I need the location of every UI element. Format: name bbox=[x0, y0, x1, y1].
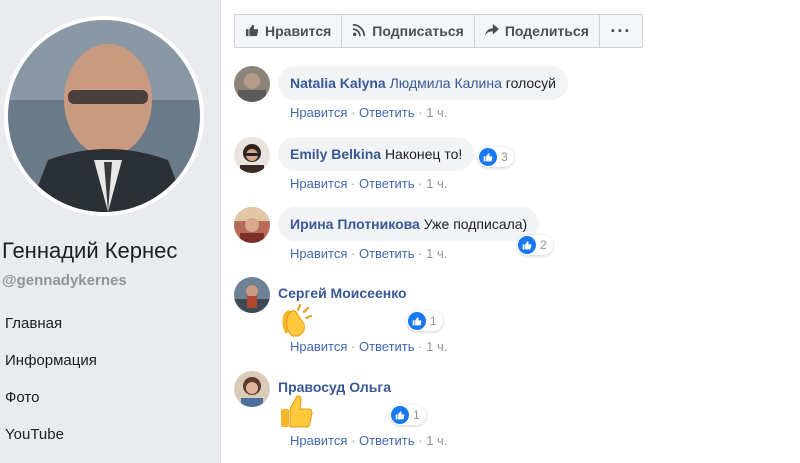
subscribe-button[interactable]: Подписаться bbox=[342, 15, 475, 47]
rss-icon bbox=[352, 23, 366, 40]
avatar[interactable] bbox=[234, 371, 270, 407]
nav-item-youtube[interactable]: YouTube bbox=[5, 423, 97, 460]
nav-item-photos[interactable]: Фото bbox=[5, 386, 97, 423]
comment-reply-link[interactable]: Ответить bbox=[359, 246, 415, 261]
comment-meta: Нравится · Ответить · 1 ч. bbox=[290, 105, 448, 120]
like-page-button[interactable]: Нравится bbox=[235, 15, 343, 47]
profile-photo[interactable] bbox=[4, 16, 204, 216]
comment-like-link[interactable]: Нравится bbox=[290, 176, 347, 191]
like-reaction-icon bbox=[391, 406, 409, 424]
share-button[interactable]: Поделиться bbox=[475, 15, 600, 47]
comment-reply-link[interactable]: Ответить bbox=[359, 433, 415, 448]
comment-author[interactable]: Emily Belkina bbox=[290, 146, 381, 162]
comment-like-link[interactable]: Нравится bbox=[290, 105, 347, 120]
page-action-bar: Нравится Подписаться Поделиться ··· bbox=[234, 14, 643, 48]
page-nav: Главная Информация Фото YouTube bbox=[5, 312, 97, 460]
page-handle[interactable]: @gennadykernes bbox=[2, 272, 127, 289]
page-sidebar: Геннадий Кернес @gennadykernes Главная И… bbox=[0, 0, 221, 463]
comment-reply-link[interactable]: Ответить bbox=[359, 105, 415, 120]
comment-time[interactable]: 1 ч. bbox=[426, 176, 447, 191]
comment-text: голосуй bbox=[505, 75, 557, 91]
comment-time[interactable]: 1 ч. bbox=[426, 246, 447, 261]
comment-author[interactable]: Natalia Kalyna bbox=[290, 75, 386, 91]
comment-reply-link[interactable]: Ответить bbox=[359, 176, 415, 191]
comment-author[interactable]: Ирина Плотникова bbox=[290, 216, 420, 232]
reaction-count[interactable]: 3 bbox=[478, 147, 514, 167]
share-arrow-icon bbox=[484, 23, 499, 40]
comment-text: Уже подписала) bbox=[423, 216, 528, 232]
reaction-count[interactable]: 1 bbox=[407, 311, 443, 331]
thumbs-up-emoji[interactable] bbox=[278, 393, 314, 434]
nav-item-home[interactable]: Главная bbox=[5, 312, 97, 349]
avatar[interactable] bbox=[234, 277, 270, 313]
share-label: Поделиться bbox=[504, 23, 589, 39]
comment-reply-link[interactable]: Ответить bbox=[359, 339, 415, 354]
comment-like-link[interactable]: Нравится bbox=[290, 433, 347, 448]
comment-meta: Нравится · Ответить · 1 ч. bbox=[290, 246, 448, 261]
reaction-count[interactable]: 1 bbox=[390, 405, 426, 425]
clapping-hands-emoji[interactable] bbox=[278, 304, 314, 343]
avatar[interactable] bbox=[234, 207, 270, 243]
comment-like-link[interactable]: Нравится bbox=[290, 246, 347, 261]
more-options-button[interactable]: ··· bbox=[600, 15, 642, 47]
comment-meta: Нравится · Ответить · 1 ч. bbox=[290, 339, 448, 354]
comment-mention[interactable]: Людмила Калина bbox=[390, 75, 502, 91]
subscribe-label: Подписаться bbox=[372, 23, 464, 39]
avatar[interactable] bbox=[234, 137, 270, 173]
reaction-number: 1 bbox=[413, 408, 420, 422]
comment-bubble: Natalia Kalyna Людмила Калина голосуй bbox=[278, 66, 569, 100]
reaction-number: 3 bbox=[501, 150, 508, 164]
page-name[interactable]: Геннадий Кернес bbox=[2, 238, 177, 264]
avatar[interactable] bbox=[234, 66, 270, 102]
like-reaction-icon bbox=[518, 236, 536, 254]
comment-text: Наконец то! bbox=[384, 146, 463, 162]
comment-meta: Нравится · Ответить · 1 ч. bbox=[290, 433, 448, 448]
like-page-label: Нравится bbox=[265, 23, 332, 39]
reaction-number: 2 bbox=[540, 238, 547, 252]
like-reaction-icon bbox=[479, 148, 497, 166]
comment-time[interactable]: 1 ч. bbox=[426, 433, 447, 448]
nav-item-info[interactable]: Информация bbox=[5, 349, 97, 386]
comment-author[interactable]: Сергей Моисеенко bbox=[278, 285, 407, 301]
comment-time[interactable]: 1 ч. bbox=[426, 105, 447, 120]
comment-meta: Нравится · Ответить · 1 ч. bbox=[290, 176, 448, 191]
comment-bubble: Emily Belkina Наконец то! bbox=[278, 137, 475, 171]
comment-bubble: Ирина Плотникова Уже подписала) bbox=[278, 207, 540, 241]
reaction-count[interactable]: 2 bbox=[517, 235, 553, 255]
comment-like-link[interactable]: Нравится bbox=[290, 339, 347, 354]
comment-time[interactable]: 1 ч. bbox=[426, 339, 447, 354]
like-reaction-icon bbox=[408, 312, 426, 330]
thumbs-up-icon bbox=[245, 23, 259, 40]
reaction-number: 1 bbox=[430, 314, 437, 328]
